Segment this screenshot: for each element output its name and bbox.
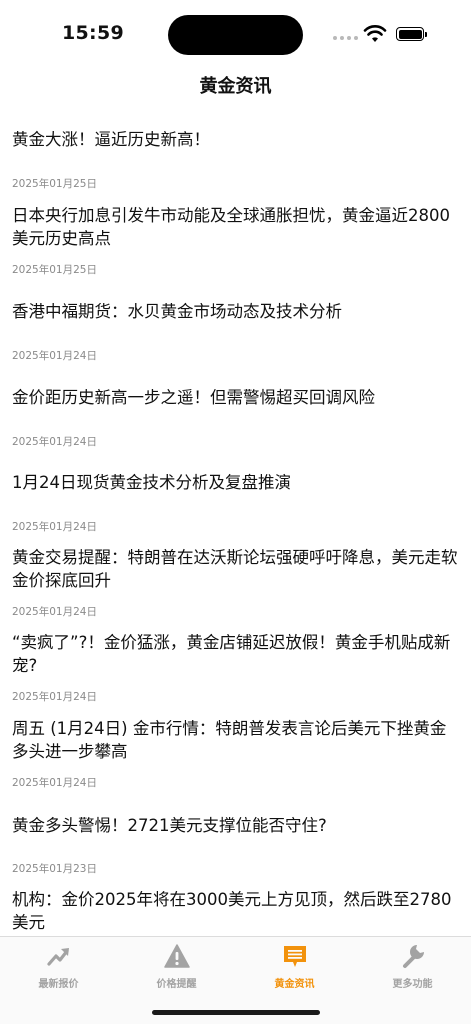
news-list[interactable]: 黄金大涨！逼近历史新高！ 2025年01月25日 日本央行加息引发牛市动能及全球… (0, 108, 471, 936)
news-date: 2025年01月24日 (12, 691, 97, 703)
wifi-icon (363, 25, 387, 42)
news-date: 2025年01月24日 (12, 350, 97, 362)
tab-gold-news[interactable]: 黄金资讯 (236, 943, 353, 990)
news-item[interactable]: 周五 (1月24日) 金市行情：特朗普发表言论后美元下挫黄金多头进一步攀高 20… (12, 717, 458, 789)
news-item[interactable]: 1月24日现货黄金技术分析及复盘推演 2025年01月24日 (12, 471, 458, 533)
news-title: 金价距历史新高一步之遥！但需警惕超买回调风险 (12, 388, 375, 407)
tab-label: 最新报价 (38, 979, 79, 990)
news-date: 2025年01月25日 (12, 178, 97, 190)
page-title: 黄金资讯 (199, 76, 272, 97)
news-title: 黄金多头警惕！2721美元支撑位能否守住? (12, 816, 327, 835)
news-title: 黄金大涨！逼近历史新高！ (12, 130, 210, 149)
news-date: 2025年01月25日 (12, 264, 97, 276)
tab-price-alert[interactable]: 价格提醒 (118, 943, 235, 990)
news-title: 日本央行加息引发牛市动能及全球通胀担忧，黄金逼近2800美元历史高点 (12, 206, 450, 248)
warning-icon (163, 944, 190, 968)
news-item[interactable]: 香港中福期货：水贝黄金市场动态及技术分析 2025年01月24日 (12, 300, 458, 362)
news-item[interactable]: 黄金多头警惕！2721美元支撑位能否守住? 2025年01月23日 (12, 814, 458, 875)
dynamic-island (168, 15, 303, 55)
news-title: 香港中福期货：水贝黄金市场动态及技术分析 (12, 302, 342, 321)
trend-up-icon (46, 948, 69, 966)
tab-more-features[interactable]: 更多功能 (354, 943, 471, 990)
news-title: 黄金交易提醒：特朗普在达沃斯论坛强硬呼吁降息，美元走软金价探底回升 (12, 548, 458, 590)
news-item[interactable]: 日本央行加息引发牛市动能及全球通胀担忧，黄金逼近2800美元历史高点 2025年… (12, 204, 458, 276)
news-item[interactable]: 黄金交易提醒：特朗普在达沃斯论坛强硬呼吁降息，美元走软金价探底回升 2025年0… (12, 546, 458, 618)
news-title: 机构：金价2025年将在3000美元上方见顶，然后跌至2780美元 (12, 890, 452, 932)
news-item[interactable]: “卖疯了”?！金价猛涨，黄金店铺延迟放假！黄金手机贴成新宠? 2025年01月2… (12, 631, 458, 703)
battery-icon (396, 27, 427, 41)
news-item[interactable]: 机构：金价2025年将在3000美元上方见顶，然后跌至2780美元 (12, 888, 458, 934)
news-item[interactable]: 金价距历史新高一步之遥！但需警惕超买回调风险 2025年01月24日 (12, 386, 458, 448)
tab-label: 黄金资讯 (274, 979, 315, 990)
news-title: 1月24日现货黄金技术分析及复盘推演 (12, 473, 291, 492)
news-title: “卖疯了”?！金价猛涨，黄金店铺延迟放假！黄金手机贴成新宠? (12, 633, 451, 675)
tab-label: 价格提醒 (156, 979, 197, 990)
wrench-icon (402, 945, 424, 968)
status-bar: 15:59 (0, 0, 471, 64)
news-date: 2025年01月24日 (12, 436, 97, 448)
status-time: 15:59 (62, 22, 124, 44)
news-title: 周五 (1月24日) 金市行情：特朗普发表言论后美元下挫黄金多头进一步攀高 (12, 719, 447, 761)
news-date: 2025年01月24日 (12, 606, 97, 618)
home-indicator[interactable] (152, 1010, 320, 1015)
news-date: 2025年01月24日 (12, 777, 97, 789)
tab-label: 更多功能 (392, 979, 433, 990)
news-icon (283, 946, 306, 967)
cellular-signal-icon (333, 36, 358, 40)
news-date: 2025年01月24日 (12, 521, 97, 533)
tab-latest-quote[interactable]: 最新报价 (0, 943, 117, 990)
news-item[interactable]: 黄金大涨！逼近历史新高！ 2025年01月25日 (12, 128, 458, 190)
news-date: 2025年01月23日 (12, 863, 97, 875)
